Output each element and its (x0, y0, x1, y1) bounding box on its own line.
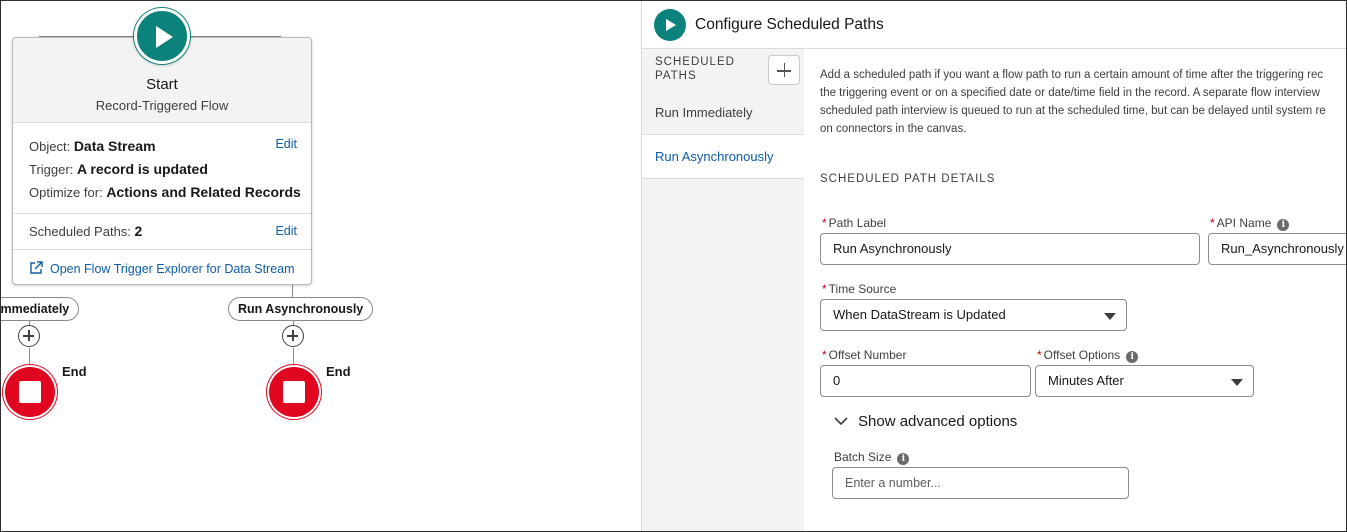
scheduled-paths-heading: Scheduled Paths (655, 56, 735, 82)
show-advanced-options-toggle[interactable]: Show advanced options (834, 413, 1017, 430)
path-label-text: Path Label (828, 216, 887, 230)
trigger-details-section: Edit Object: Data Stream Trigger: A reco… (13, 123, 311, 213)
branch-connector-line (293, 348, 294, 366)
add-element-button[interactable] (18, 325, 40, 347)
required-marker: * (822, 348, 827, 362)
section-title: Scheduled Path Details (820, 173, 996, 185)
trigger-row: Trigger: A record is updated (29, 158, 295, 181)
offset-options-value: Minutes After (1048, 373, 1124, 388)
api-name-input[interactable]: Run_Asynchronously (1208, 233, 1346, 265)
play-icon (654, 8, 686, 41)
path-label-text: Immediately (1, 302, 70, 316)
dropdown-arrow-icon (1104, 313, 1116, 320)
scheduled-paths-nav-header: Scheduled Paths (642, 49, 804, 89)
start-title: Start (146, 76, 178, 93)
path-label-label: * Path Label (822, 216, 886, 230)
optimize-row: Optimize for: Actions and Related Record… (29, 181, 301, 204)
required-marker: * (1037, 348, 1042, 362)
api-name-label: * API Name i (1210, 216, 1290, 231)
optimize-value: Actions and Related Records (106, 184, 301, 200)
edit-scheduled-paths-link[interactable]: Edit (275, 220, 297, 243)
panel-body: Scheduled Paths Run Immediately Run Asyn… (642, 48, 1346, 531)
start-element-card[interactable]: Start Record-Triggered Flow Edit Object:… (12, 37, 312, 285)
add-element-button[interactable] (282, 325, 304, 347)
batch-size-label: Batch Size i (834, 450, 910, 465)
offset-number-input[interactable]: 0 (820, 365, 1031, 397)
path-label-input[interactable]: Run Asynchronously (820, 233, 1200, 265)
panel-header: Configure Scheduled Paths (642, 1, 1346, 48)
object-row: Object: Data Stream (29, 135, 295, 158)
chevron-down-icon (834, 417, 848, 426)
play-icon (156, 26, 173, 48)
scheduled-paths-section: Edit Scheduled Paths: 2 (13, 214, 311, 249)
object-label: Object: (29, 139, 71, 154)
end-node[interactable] (5, 367, 55, 417)
path-label-run-asynchronously[interactable]: Run Asynchronously (228, 297, 374, 321)
scheduled-paths-count: 2 (134, 223, 143, 239)
offset-options-select[interactable]: Minutes After (1035, 365, 1254, 397)
flow-canvas: Start Record-Triggered Flow Edit Object:… (1, 1, 641, 531)
offset-options-text: Offset Options (1043, 348, 1121, 362)
offset-number-label: * Offset Number (822, 348, 906, 362)
info-icon[interactable]: i (897, 453, 910, 465)
stop-icon (19, 381, 41, 403)
add-scheduled-path-button[interactable] (768, 55, 800, 85)
description-line: Add a scheduled path if you want a flow … (820, 69, 1324, 81)
scheduled-path-content: Add a scheduled path if you want a flow … (804, 49, 1346, 531)
api-name-text: API Name (1216, 216, 1272, 230)
screenshot-frame: Start Record-Triggered Flow Edit Object:… (0, 0, 1347, 532)
end-label: End (326, 364, 351, 379)
advanced-toggle-label: Show advanced options (858, 413, 1018, 430)
path-label-run-immediately[interactable]: Immediately (1, 297, 80, 321)
stop-icon (283, 381, 305, 403)
required-marker: * (822, 216, 827, 230)
time-source-value: When DataStream is Updated (833, 307, 1006, 322)
description-line: on connectors in the canvas. (820, 123, 967, 135)
time-source-select[interactable]: When DataStream is Updated (820, 299, 1127, 331)
required-marker: * (1210, 216, 1215, 230)
external-link-icon (29, 260, 43, 278)
batch-size-input[interactable]: Enter a number... (832, 467, 1129, 499)
time-source-label: * Time Source (822, 282, 896, 296)
scheduled-paths-description: Add a scheduled path if you want a flow … (820, 66, 1346, 138)
start-node-play-button[interactable] (134, 8, 190, 64)
scheduled-paths-row: Scheduled Paths: 2 (29, 220, 295, 243)
required-marker: * (822, 282, 827, 296)
path-label-text: Run Asynchronously (238, 302, 364, 316)
time-source-text: Time Source (828, 282, 897, 296)
scheduled-paths-label: Scheduled Paths: (29, 224, 131, 239)
trigger-label: Trigger: (29, 162, 74, 177)
trigger-value: A record is updated (76, 161, 208, 177)
info-icon[interactable]: i (1126, 351, 1139, 363)
panel-title: Configure Scheduled Paths (695, 15, 884, 33)
info-icon[interactable]: i (1277, 219, 1290, 231)
optimize-label: Optimize for: (29, 185, 103, 200)
offset-options-label: * Offset Options i (1037, 348, 1139, 363)
nav-item-run-immediately[interactable]: Run Immediately (642, 91, 804, 135)
object-value: Data Stream (73, 138, 156, 154)
branch-connector-line (29, 348, 30, 366)
nav-item-run-asynchronously[interactable]: Run Asynchronously (642, 135, 804, 179)
end-node[interactable] (269, 367, 319, 417)
end-label: End (62, 364, 87, 379)
edit-trigger-link[interactable]: Edit (275, 137, 297, 151)
flow-trigger-explorer-link[interactable]: Open Flow Trigger Explorer for Data Stre… (13, 250, 311, 288)
start-subtitle: Record-Triggered Flow (95, 98, 229, 113)
description-line: scheduled path interview is queued to ru… (820, 105, 1326, 117)
offset-number-text: Offset Number (828, 348, 907, 362)
description-line: the triggering event or on a specified d… (820, 87, 1320, 99)
explorer-link-text: Open Flow Trigger Explorer for Data Stre… (50, 262, 295, 276)
dropdown-arrow-icon (1231, 379, 1243, 386)
scheduled-paths-nav: Scheduled Paths Run Immediately Run Asyn… (642, 49, 804, 531)
batch-size-text: Batch Size (834, 450, 892, 464)
configure-scheduled-paths-panel: Configure Scheduled Paths Scheduled Path… (641, 1, 1346, 531)
